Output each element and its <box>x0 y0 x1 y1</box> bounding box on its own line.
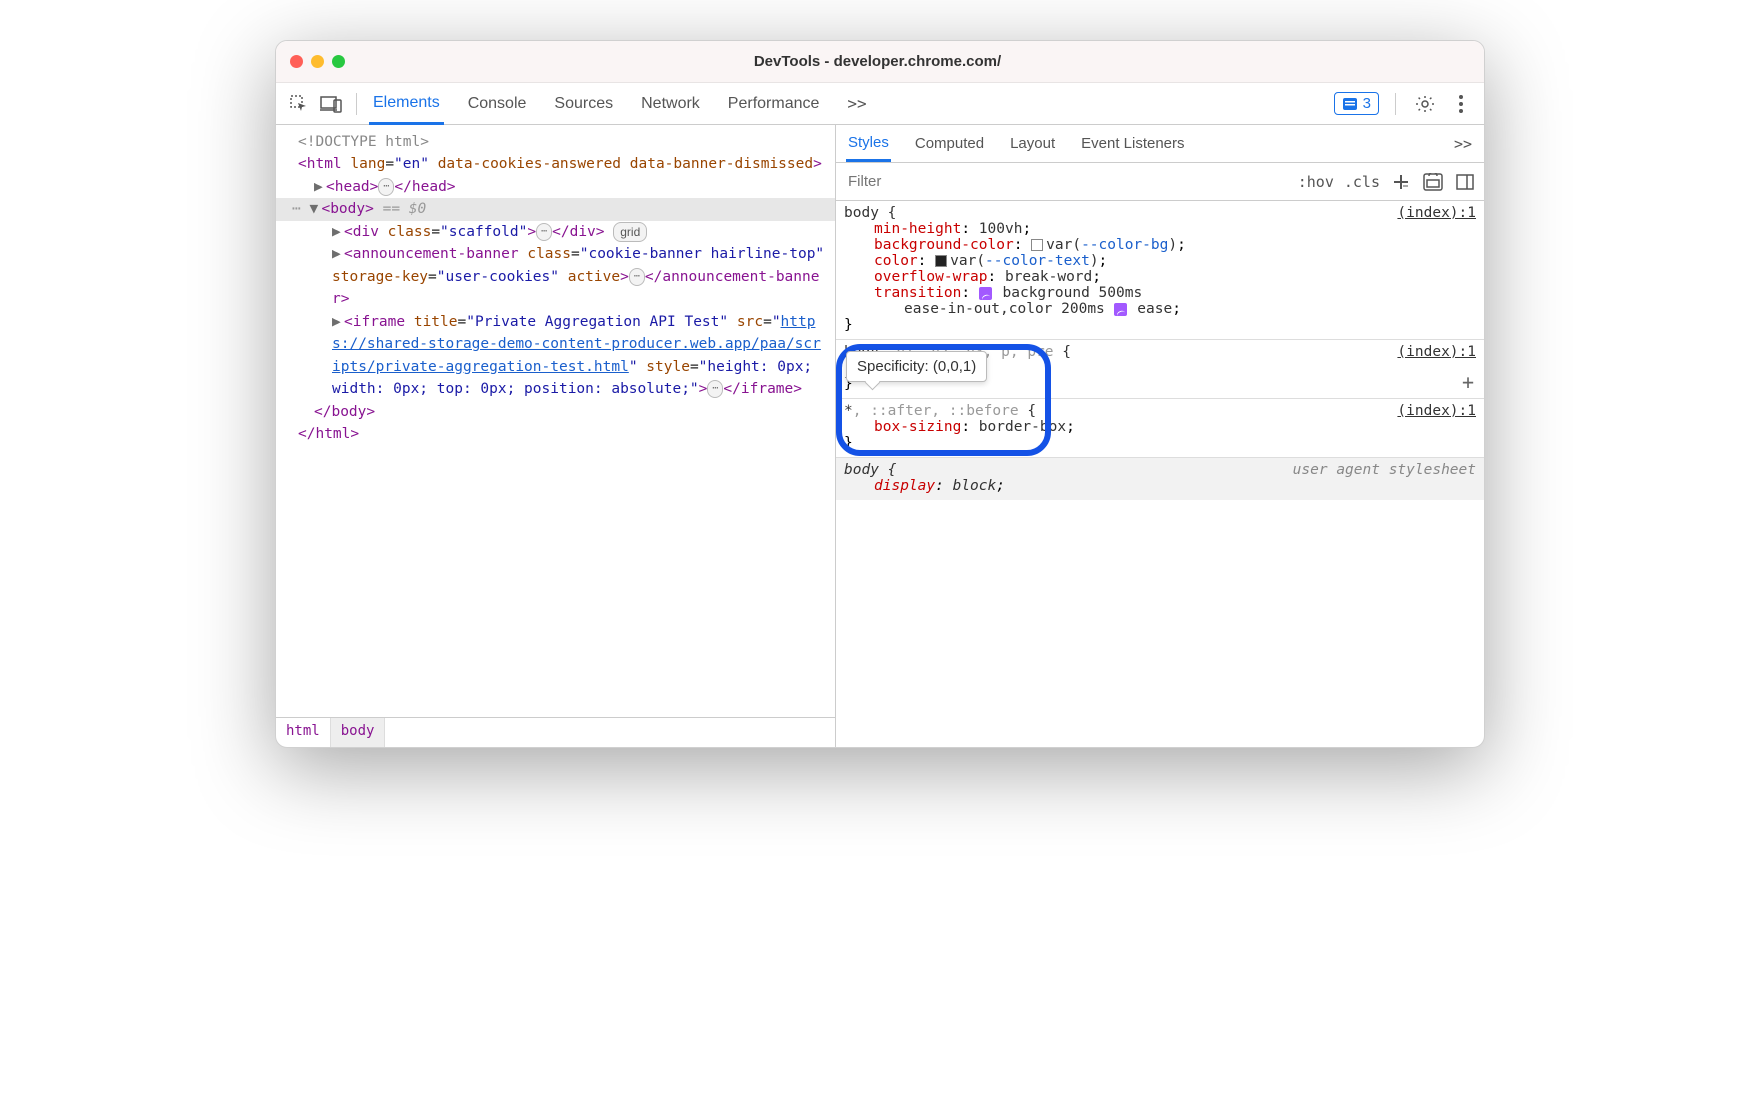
hov-toggle[interactable]: :hov <box>1298 173 1334 191</box>
traffic-lights <box>290 55 345 68</box>
tabs-overflow[interactable]: >> <box>843 84 870 123</box>
html-element[interactable]: <html lang="en" data-cookies-answered da… <box>284 153 827 175</box>
style-rules: body { (index):1 min-height: 100vh; back… <box>836 201 1484 747</box>
issues-icon <box>1342 97 1358 111</box>
tab-sources[interactable]: Sources <box>550 85 617 123</box>
main-split: <!DOCTYPE html> <html lang="en" data-coo… <box>276 125 1484 747</box>
source-link[interactable]: (index):1 <box>1397 205 1476 221</box>
tab-console[interactable]: Console <box>464 85 531 123</box>
stab-computed[interactable]: Computed <box>913 127 986 160</box>
breadcrumb-body[interactable]: body <box>331 718 386 747</box>
bezier-icon[interactable] <box>1114 303 1127 316</box>
computed-styles-icon[interactable] <box>1422 171 1444 193</box>
issues-count: 3 <box>1363 95 1371 112</box>
selector: body { <box>844 462 896 478</box>
close-window-button[interactable] <box>290 55 303 68</box>
new-rule-icon[interactable] <box>1390 171 1412 193</box>
devtools-window: DevTools - developer.chrome.com/ Element… <box>275 40 1485 748</box>
selector: body { <box>844 205 896 221</box>
rule-block-ua[interactable]: body { user agent stylesheet display: bl… <box>836 458 1484 500</box>
source-link[interactable]: (index):1 <box>1397 403 1476 419</box>
specificity-tooltip: Specificity: (0,0,1) <box>846 351 987 382</box>
device-toolbar-icon[interactable] <box>318 91 344 117</box>
window-title: DevTools - developer.chrome.com/ <box>345 53 1410 70</box>
dom-tree[interactable]: <!DOCTYPE html> <html lang="en" data-coo… <box>276 125 835 717</box>
source-link[interactable]: (index):1 <box>1397 344 1476 360</box>
stab-event-listeners[interactable]: Event Listeners <box>1079 127 1186 160</box>
body-element-selected[interactable]: ⋯ ▼<body> == $0 <box>276 198 835 220</box>
ellipsis-icon[interactable]: ⋯ <box>707 380 723 398</box>
tab-network[interactable]: Network <box>637 85 704 123</box>
maximize-window-button[interactable] <box>332 55 345 68</box>
color-swatch-icon[interactable] <box>1031 239 1043 251</box>
minimize-window-button[interactable] <box>311 55 324 68</box>
settings-icon[interactable] <box>1412 91 1438 117</box>
ua-label: user agent stylesheet <box>1293 462 1476 478</box>
grid-chip[interactable]: grid <box>613 222 647 243</box>
tab-elements[interactable]: Elements <box>369 84 444 125</box>
body-close: </body> <box>314 404 375 420</box>
bezier-icon[interactable] <box>979 287 992 300</box>
styles-filter-input[interactable] <box>844 169 1288 194</box>
titlebar: DevTools - developer.chrome.com/ <box>276 41 1484 83</box>
iframe-element[interactable]: ▶<iframe title="Private Aggregation API … <box>284 311 827 401</box>
announcement-banner-element[interactable]: ▶<announcement-banner class="cookie-bann… <box>284 243 827 310</box>
tab-performance[interactable]: Performance <box>724 85 824 123</box>
ellipsis-icon[interactable]: ⋯ <box>378 178 394 196</box>
more-menu-icon[interactable] <box>1448 91 1474 117</box>
doctype: <!DOCTYPE html> <box>298 134 429 150</box>
dom-panel: <!DOCTYPE html> <html lang="en" data-coo… <box>276 125 836 747</box>
styles-tabs: Styles Computed Layout Event Listeners >… <box>836 125 1484 163</box>
html-close: </html> <box>298 426 359 442</box>
stab-styles[interactable]: Styles <box>846 126 891 162</box>
eq-zero: == $0 <box>374 201 426 217</box>
stab-layout[interactable]: Layout <box>1008 127 1057 160</box>
rule-block-body[interactable]: body { (index):1 min-height: 100vh; back… <box>836 201 1484 340</box>
div-scaffold[interactable]: ▶<div class="scaffold">⋯</div> grid <box>284 221 827 243</box>
selector: *, ::after, ::before { <box>844 403 1036 419</box>
styles-tabs-overflow[interactable]: >> <box>1452 127 1474 161</box>
toggle-sidebar-icon[interactable] <box>1454 171 1476 193</box>
breadcrumb: html body <box>276 717 835 747</box>
rule-block-universal[interactable]: *, ::after, ::before { (index):1 box-siz… <box>836 399 1484 458</box>
color-swatch-icon[interactable] <box>935 255 947 267</box>
inspect-element-icon[interactable] <box>286 91 312 117</box>
dots-icon: ⋯ <box>292 201 301 217</box>
cls-toggle[interactable]: .cls <box>1344 173 1380 191</box>
ellipsis-icon[interactable]: ⋯ <box>629 268 645 286</box>
styles-panel: Styles Computed Layout Event Listeners >… <box>836 125 1484 747</box>
issues-badge[interactable]: 3 <box>1334 92 1379 115</box>
panel-tabs: Elements Console Sources Network Perform… <box>369 84 871 124</box>
ellipsis-icon[interactable]: ⋯ <box>536 223 552 241</box>
add-declaration-icon[interactable]: + <box>1462 370 1474 394</box>
head-element[interactable]: ▶<head>⋯</head> <box>284 176 827 198</box>
styles-filter-row: :hov .cls <box>836 163 1484 201</box>
breadcrumb-html[interactable]: html <box>276 718 331 747</box>
main-toolbar: Elements Console Sources Network Perform… <box>276 83 1484 125</box>
